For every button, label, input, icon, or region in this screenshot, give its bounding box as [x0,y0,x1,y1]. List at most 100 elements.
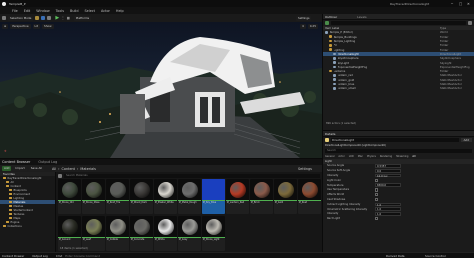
property-value-field[interactable]: 1.0 [375,202,401,207]
close-icon[interactable]: ✕ [467,2,470,6]
add-actor-icon[interactable] [325,21,329,25]
filter-tab[interactable]: Streaming [396,155,408,158]
property-value-field[interactable]: 0.5357 [375,164,401,168]
maximize-icon[interactable]: □ [459,2,462,6]
property-checkbox[interactable] [375,193,379,197]
outliner-row[interactable]: lantern_small StaticMeshActor [323,86,474,90]
component-name[interactable]: DirectionalLightComponent0 (LightCompone… [325,144,386,147]
folder-tree-item[interactable]: Collections [0,224,55,228]
asset-tile[interactable]: M_Lantern_Red [226,179,249,214]
minimize-icon[interactable]: ─ [451,2,453,6]
levels-tab[interactable]: Levels [357,15,366,19]
output-log-tab[interactable]: Output Log [38,160,57,164]
asset-tile[interactable]: M_Grey [178,216,201,251]
filter-tab[interactable]: General [325,155,334,158]
level-tab[interactable]: TempleM_P [9,2,26,6]
asset-tile[interactable]: M_White [154,216,177,251]
filter-tab[interactable]: Rendering [380,155,392,158]
outliner-tab[interactable]: Outliner [325,15,337,19]
settings-button[interactable]: Settings [296,15,312,21]
filter-tab[interactable]: All [412,155,415,158]
breadcrumb-content[interactable]: Content [62,167,76,171]
asset-name: M_Plaster_White [154,201,174,204]
asset-tile[interactable]: M_Ground [58,216,81,251]
folder-label: StarterContent [13,208,33,212]
property-value-field[interactable]: 1.0 [375,212,401,216]
filter-tab[interactable]: Actor [338,155,344,158]
selection-mode-button[interactable]: Selection Mode [8,15,34,21]
actor-name-field[interactable]: DirectionalLight [331,137,459,143]
blueprint-icon[interactable] [41,16,46,20]
property-value-field[interactable]: 10.0 lux [375,173,401,178]
details-tab[interactable]: Details [325,132,335,136]
outliner-search-input[interactable] [331,21,466,25]
asset-tile[interactable]: M_Brick [250,179,273,214]
lit-button[interactable]: Lit [32,23,40,29]
property-value-field[interactable]: 1.0 [375,207,401,211]
asset-tile[interactable]: M_Metal_Rough [178,179,201,214]
camera-readout[interactable]: 0.25 [307,23,318,29]
property-checkbox[interactable] [375,188,379,192]
menu-actor[interactable]: Actor [101,9,110,13]
menu-file[interactable]: File [12,9,18,13]
asset-tile[interactable]: M_Gold [274,179,297,214]
property-value-field[interactable]: 0.0 [375,168,401,173]
menu-select[interactable]: Select [85,9,95,13]
asset-tile[interactable]: M_Stone_Light [202,216,225,251]
import-button[interactable]: Import [13,166,27,171]
filter-tab[interactable]: Physics [367,155,376,158]
details-search-input[interactable]: Search [325,148,472,154]
perspective-button[interactable]: Perspective [10,23,31,29]
cmd-button[interactable]: Cmd [56,254,62,258]
breadcrumb-all[interactable]: All [52,167,56,171]
play-options-icon[interactable]: ⋮ [61,16,64,20]
cinematics-icon[interactable] [47,16,52,20]
asset-tile[interactable]: M_Sky_Blue [202,179,225,214]
filter-icon[interactable] [468,21,472,25]
level-viewport[interactable]: ≡ Perspective Lit Show 4 0.25 ✛ [0,22,322,158]
menu-build[interactable]: Build [70,9,79,13]
property-value-field[interactable]: 6500.0 [375,183,401,187]
menu-tools[interactable]: Tools [56,9,64,13]
asset-tile[interactable]: M_Cobble [106,216,129,251]
breadcrumb-materials[interactable]: Materials [80,167,96,171]
play-icon[interactable]: ▶ [55,15,59,21]
filter-tab[interactable]: LOD [349,155,354,158]
property-checkbox[interactable] [375,197,379,202]
asset-tile[interactable]: M_Concrete [130,216,153,251]
folder-label: Engine [10,220,20,224]
content-drawer-button[interactable]: Content Drawer [2,254,24,258]
menu-help[interactable]: Help [116,9,124,13]
save-all-button[interactable]: Save All [28,166,44,171]
platforms-button[interactable]: Platforms [73,15,92,21]
folder-label: Textures [13,212,25,216]
content-icon[interactable] [35,16,40,20]
menu-window[interactable]: Window [36,9,49,13]
add-component-button[interactable]: Add [460,137,472,143]
asset-tile[interactable]: M_Leaf [82,216,105,251]
derived-data-button[interactable]: Derived Data [386,254,405,258]
asset-tile[interactable]: M_Stone_Old [58,179,81,214]
menu-edit[interactable]: Edit [24,9,31,13]
content-browser-tab[interactable]: Content Browser [2,160,30,164]
filter-icon[interactable] [58,173,62,178]
asset-tile[interactable]: M_Rust [298,179,321,214]
asset-tile[interactable]: M_Roof_Tile [106,179,129,214]
source-control-button[interactable]: Source Control [425,254,446,258]
asset-tile[interactable]: M_Plaster_White [154,179,177,214]
asset-search-input[interactable]: Search Materials [64,173,320,178]
show-button[interactable]: Show [41,23,54,29]
console-input[interactable]: Enter Console Command [65,254,135,258]
filter-tab[interactable]: Misc [358,155,363,158]
asset-tile[interactable]: M_Wood_Dark [130,179,153,214]
save-icon[interactable] [2,16,6,20]
stop-icon[interactable]: ■ [67,16,70,20]
camera-speed[interactable]: 4 [299,23,306,29]
add-button[interactable]: Add [2,166,12,171]
asset-tile[interactable]: M_Stone_Moss [82,179,105,214]
property-checkbox[interactable] [375,217,379,221]
cb-settings-button[interactable]: Settings [298,167,312,171]
output-log-button[interactable]: Output Log [32,254,48,258]
property-checkbox[interactable] [375,178,379,182]
viewport-options-button[interactable]: ≡ [2,23,9,29]
